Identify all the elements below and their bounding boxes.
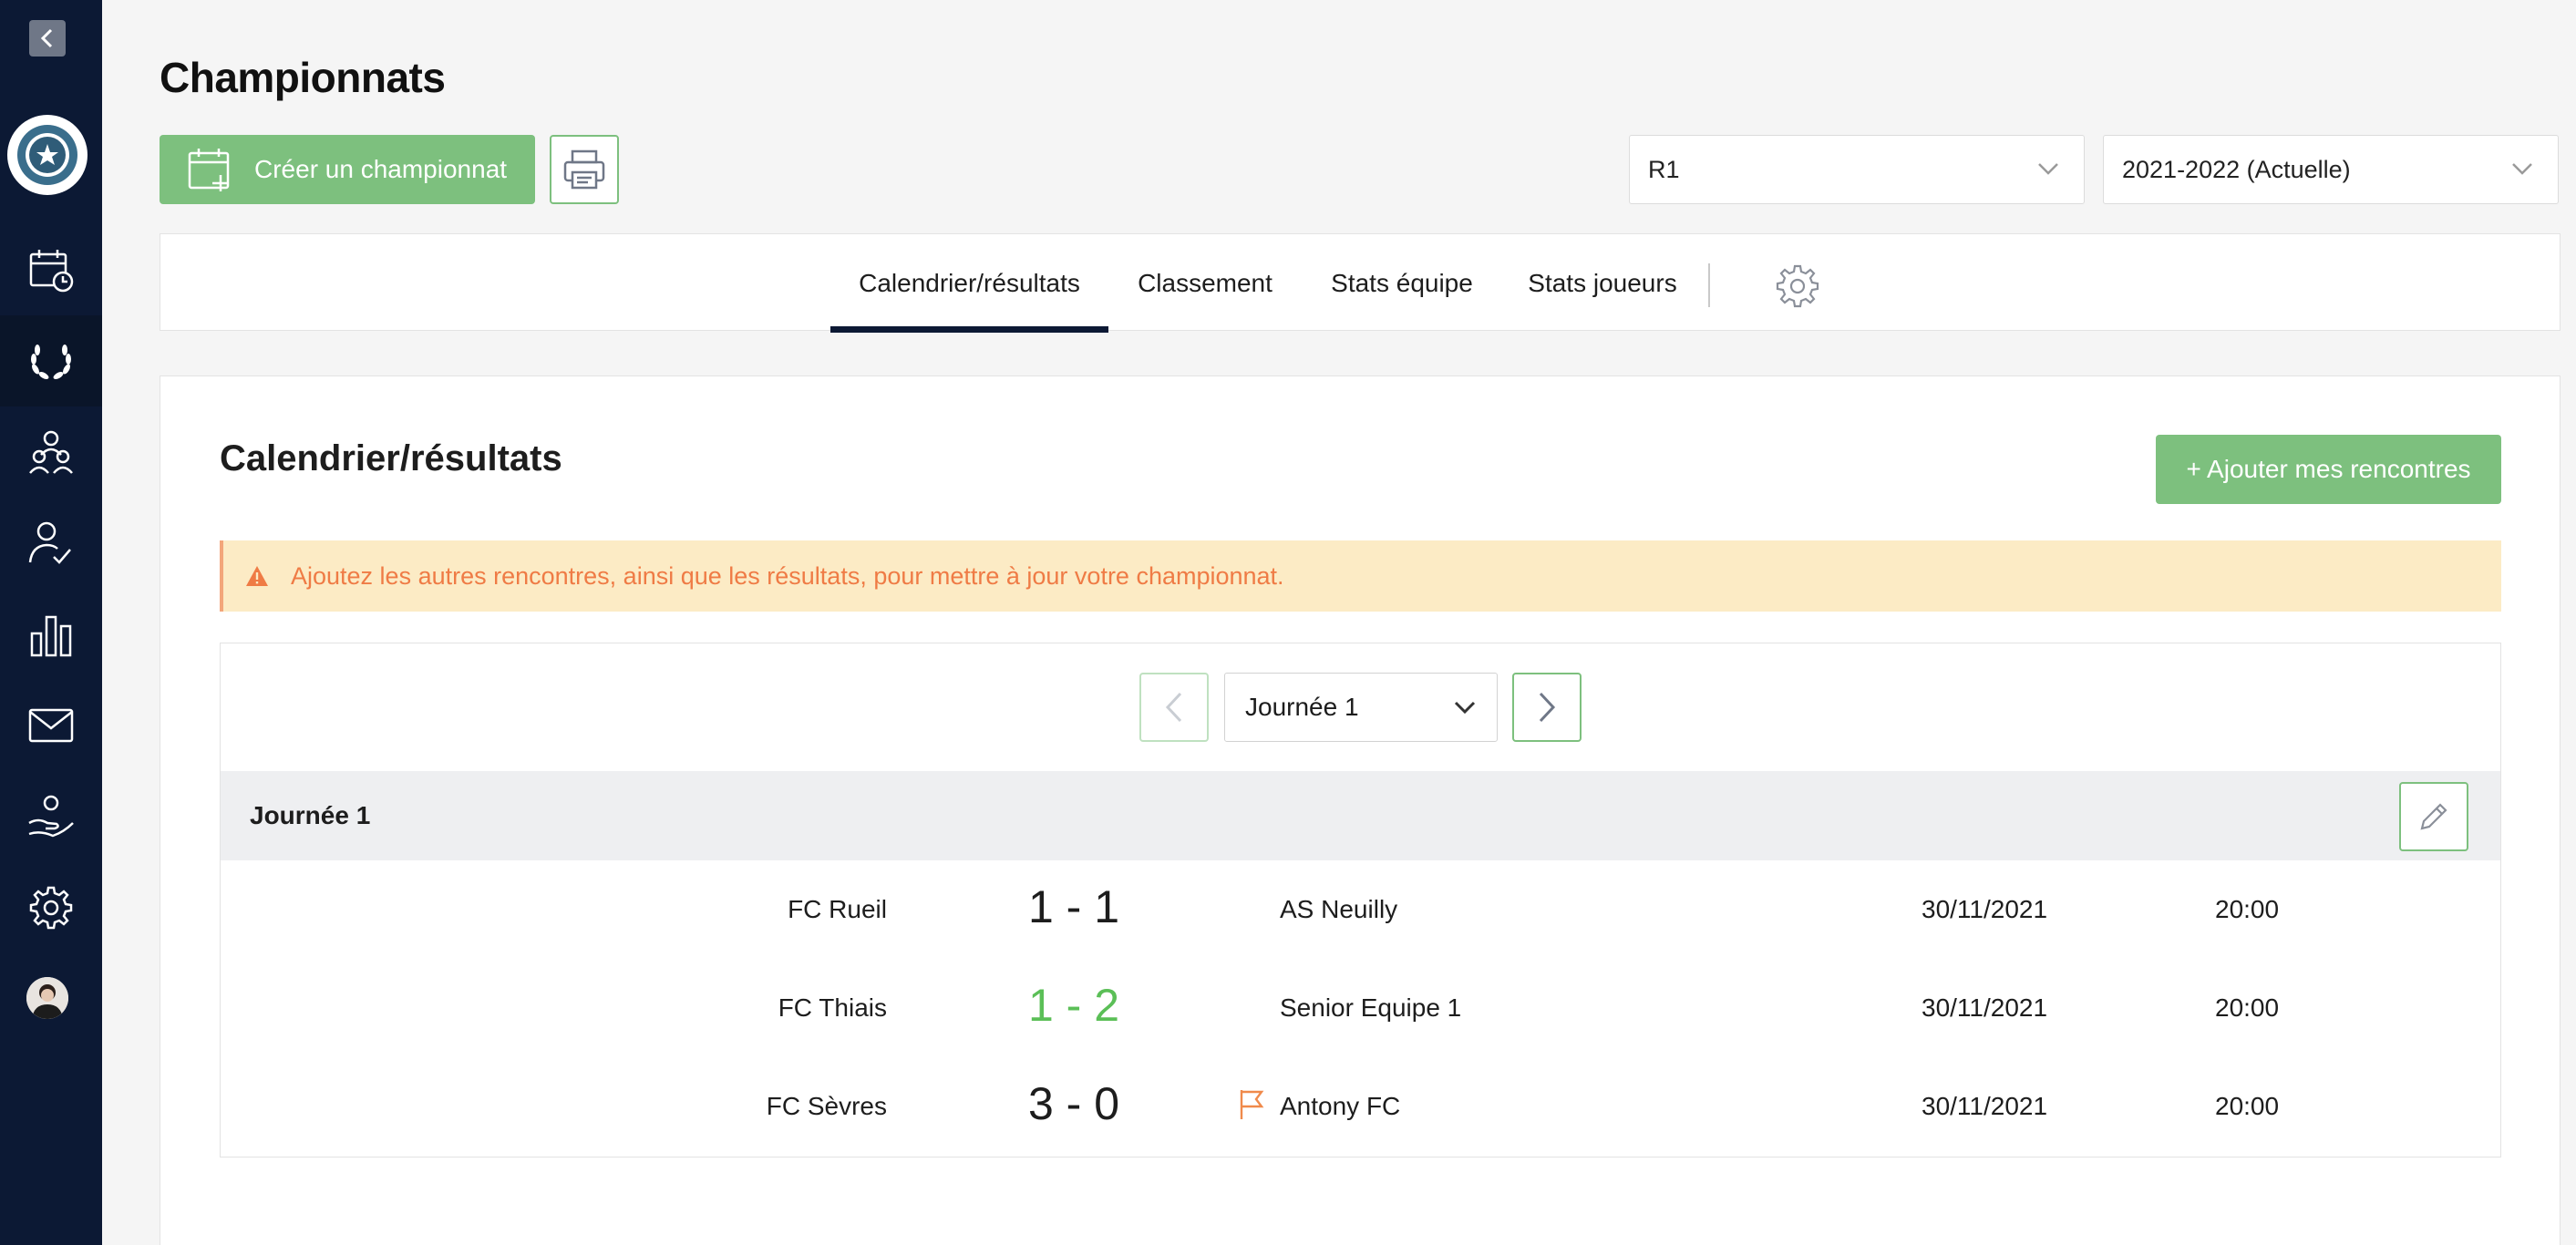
- home-team: FC Sèvres: [766, 1092, 887, 1120]
- away-team: AS Neuilly: [1280, 895, 1398, 923]
- gear-icon: [1776, 264, 1819, 308]
- sidebar-item-stats[interactable]: [0, 589, 102, 680]
- season-select[interactable]: 2021-2022 (Actuelle): [2103, 135, 2559, 204]
- tab-player-stats[interactable]: Stats joueurs: [1502, 234, 1703, 332]
- tab-calendar-results[interactable]: Calendrier/résultats: [830, 234, 1108, 333]
- flag-icon: [1238, 1088, 1265, 1126]
- gear-icon: [29, 886, 73, 930]
- tab-settings-button[interactable]: [1775, 263, 1820, 314]
- users-icon: [29, 430, 73, 474]
- user-avatar[interactable]: [26, 977, 68, 1019]
- match-time: 20:00: [2215, 1092, 2280, 1120]
- create-championship-button[interactable]: Créer un championnat: [160, 135, 535, 204]
- match-date: 30/11/2021: [1922, 895, 2048, 923]
- matches-panel: Journée 1 Journée 1 FC Rueil 1 - 1 AS Ne…: [220, 643, 2501, 1158]
- page-title: Championnats: [160, 54, 446, 101]
- avatar-icon: [26, 977, 68, 1019]
- calendar-clock-icon: [29, 250, 74, 293]
- round-select[interactable]: Journée 1: [1224, 673, 1498, 742]
- division-select[interactable]: R1: [1629, 135, 2085, 204]
- sidebar-item-championships[interactable]: [0, 315, 102, 406]
- create-championship-label: Créer un championnat: [254, 155, 508, 183]
- tab-divider: [1708, 263, 1710, 307]
- chevron-left-icon: [40, 28, 53, 48]
- info-alert: Ajoutez les autres rencontres, ainsi que…: [220, 540, 2501, 612]
- match-date: 30/11/2021: [1922, 993, 2048, 1022]
- sidebar-item-messages[interactable]: [0, 680, 102, 771]
- chevron-down-icon: [1454, 701, 1476, 715]
- mail-icon: [28, 708, 74, 743]
- sidebar-item-team[interactable]: [0, 406, 102, 498]
- chevron-down-icon: [2038, 163, 2058, 175]
- add-matches-button[interactable]: + Ajouter mes rencontres: [2156, 435, 2501, 504]
- sidebar: [0, 0, 102, 1245]
- match-row[interactable]: FC Sèvres 3 - 0 Antony FC 30/11/2021 20:…: [221, 1057, 2500, 1156]
- round-select-value: Journée 1: [1245, 693, 1359, 721]
- bar-chart-icon: [30, 615, 72, 657]
- match-score: 3 - 0: [1027, 1078, 1120, 1129]
- match-row[interactable]: FC Thiais 1 - 2 Senior Equipe 1 30/11/20…: [221, 959, 2500, 1057]
- match-time: 20:00: [2215, 895, 2280, 923]
- pencil-icon: [2420, 803, 2447, 830]
- home-team: FC Rueil: [788, 895, 887, 923]
- away-team: Antony FC: [1280, 1092, 1401, 1120]
- chevron-left-icon: [1165, 692, 1182, 723]
- tab-team-stats[interactable]: Stats équipe: [1302, 234, 1502, 332]
- tab-label: Stats équipe: [1331, 268, 1473, 297]
- alert-text: Ajoutez les autres rencontres, ainsi que…: [291, 561, 1284, 590]
- user-check-icon: [28, 521, 71, 564]
- club-crest-icon: [13, 120, 82, 190]
- match-score: 1 - 1: [1027, 881, 1120, 932]
- chevron-down-icon: [2512, 163, 2532, 175]
- tab-label: Calendrier/résultats: [859, 268, 1080, 297]
- laurel-icon: [31, 345, 71, 379]
- home-team: FC Thiais: [778, 993, 887, 1022]
- collapse-sidebar-button[interactable]: [29, 20, 66, 57]
- edit-round-button[interactable]: [2399, 782, 2468, 851]
- sidebar-item-settings[interactable]: [0, 862, 102, 953]
- round-header-label: Journée 1: [250, 801, 371, 829]
- tabs-bar: Calendrier/résultats Classement Stats éq…: [160, 233, 2561, 333]
- round-header: Journée 1: [221, 771, 2500, 860]
- tab-label: Stats joueurs: [1528, 268, 1677, 297]
- match-date: 30/11/2021: [1922, 1092, 2048, 1120]
- tab-ranking[interactable]: Classement: [1108, 234, 1302, 332]
- season-select-value: 2021-2022 (Actuelle): [2122, 155, 2351, 183]
- printer-icon: [563, 149, 605, 190]
- away-team: Senior Equipe 1: [1280, 993, 1462, 1022]
- section-title: Calendrier/résultats: [220, 438, 562, 478]
- tab-label: Classement: [1138, 268, 1273, 297]
- sidebar-item-attendance[interactable]: [0, 498, 102, 589]
- hand-heart-icon: [28, 795, 74, 838]
- match-time: 20:00: [2215, 993, 2280, 1022]
- results-card: Calendrier/résultats + Ajouter mes renco…: [160, 376, 2561, 1245]
- sidebar-item-calendar[interactable]: [0, 224, 102, 315]
- print-button[interactable]: [550, 135, 619, 204]
- club-logo[interactable]: [7, 115, 88, 195]
- warning-icon: [245, 565, 269, 587]
- calendar-add-icon: [187, 146, 234, 193]
- division-select-value: R1: [1648, 155, 1680, 183]
- match-row[interactable]: FC Rueil 1 - 1 AS Neuilly 30/11/2021 20:…: [221, 860, 2500, 959]
- match-score: 1 - 2: [1027, 980, 1120, 1031]
- sidebar-item-sponsors[interactable]: [0, 771, 102, 862]
- next-round-button[interactable]: [1512, 673, 1582, 742]
- chevron-right-icon: [1539, 692, 1556, 723]
- previous-round-button[interactable]: [1139, 673, 1209, 742]
